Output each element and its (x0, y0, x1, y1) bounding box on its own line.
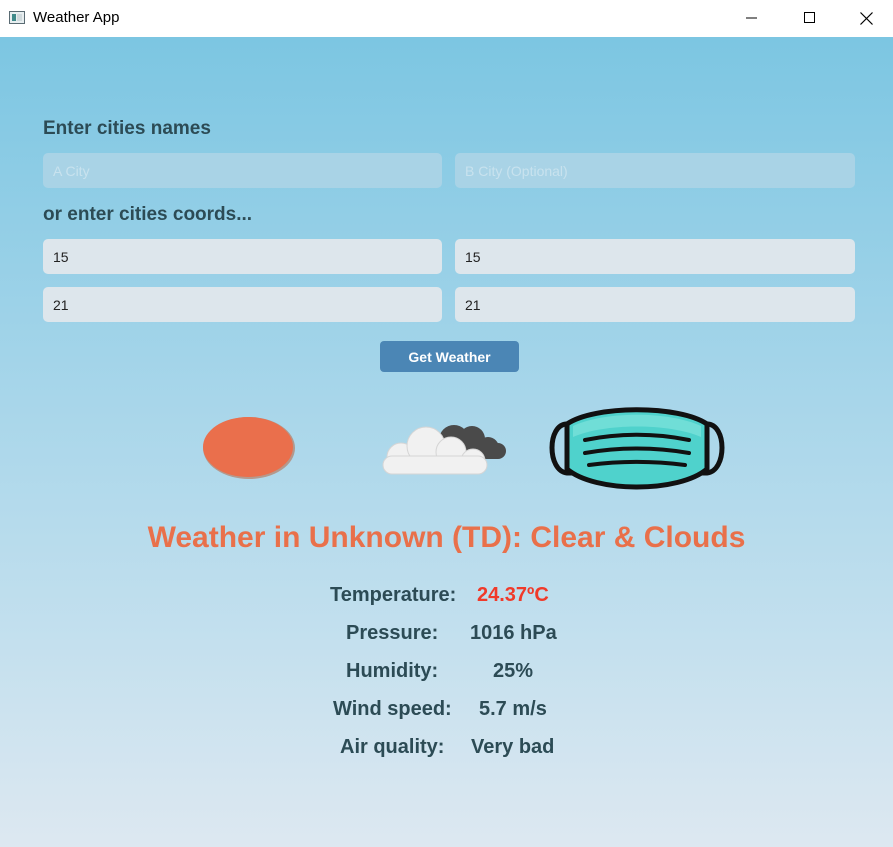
city-b-input[interactable] (455, 153, 855, 188)
minimize-icon (746, 17, 757, 19)
app-icon (9, 11, 25, 24)
close-icon (859, 11, 873, 25)
pressure-label: Pressure: (346, 622, 439, 644)
pressure-value: 1016 hPa (470, 622, 557, 644)
minimize-button[interactable] (723, 0, 781, 36)
app-content: Enter cities names or enter cities coord… (0, 37, 893, 847)
air-quality-label: Air quality: (340, 736, 445, 758)
coord-a2-input[interactable] (43, 287, 442, 322)
wind-value: 5.7 m/s (479, 698, 547, 720)
title-bar: Weather App (0, 0, 893, 37)
air-quality-value: Very bad (471, 736, 555, 758)
maximize-icon (804, 12, 815, 23)
window-title: Weather App (33, 9, 120, 26)
get-weather-button[interactable]: Get Weather (380, 341, 519, 372)
humidity-label: Humidity: (346, 660, 439, 682)
coord-b1-input[interactable] (455, 239, 855, 274)
close-button[interactable] (839, 0, 893, 36)
temperature-value: 24.37ºC (477, 584, 549, 606)
coord-b2-input[interactable] (455, 287, 855, 322)
sun-icon (203, 417, 295, 479)
weather-title: Weather in Unknown (TD): Clear & Clouds (147, 521, 746, 554)
wind-label: Wind speed: (333, 698, 452, 720)
face-mask-icon (549, 407, 725, 490)
humidity-value: 25% (493, 660, 534, 682)
names-label: Enter cities names (43, 118, 211, 139)
maximize-button[interactable] (781, 0, 839, 36)
city-a-input[interactable] (43, 153, 442, 188)
temperature-label: Temperature: (330, 584, 457, 606)
coord-a1-input[interactable] (43, 239, 442, 274)
coords-label: or enter cities coords... (43, 204, 253, 225)
clouds-icon (382, 425, 506, 475)
